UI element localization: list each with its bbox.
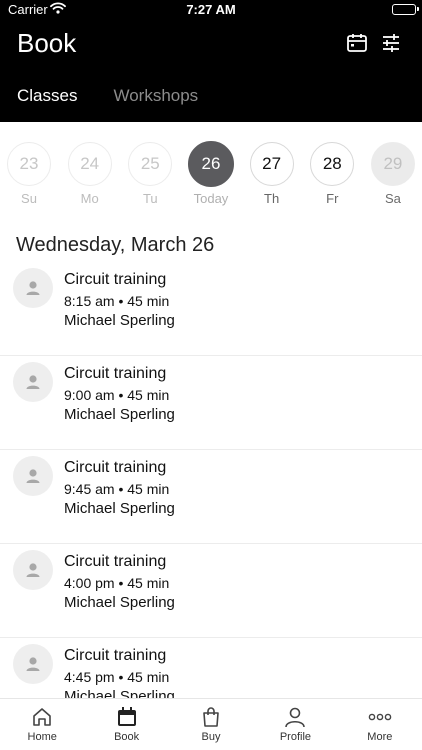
- page-title: Book: [17, 28, 77, 58]
- class-item[interactable]: Circuit training 8:15 am • 45 min Michae…: [0, 262, 422, 356]
- tab-buy[interactable]: Buy: [169, 699, 253, 750]
- day-number: 23: [7, 142, 51, 186]
- shopping-bag-icon: [203, 707, 219, 727]
- calendar-icon: [117, 707, 136, 726]
- person-placeholder-icon: [26, 469, 40, 483]
- tab-label: Home: [27, 731, 57, 743]
- clock: 7:27 AM: [186, 2, 236, 17]
- class-name: Circuit training: [64, 271, 167, 288]
- day-label: Su: [21, 191, 37, 206]
- day-label: Sa: [384, 191, 401, 206]
- date-heading: Wednesday, March 26: [16, 234, 215, 256]
- class-time: 4:00 pm • 45 min: [64, 575, 170, 591]
- tab-home[interactable]: Home: [0, 699, 84, 750]
- person-placeholder-icon: [26, 657, 40, 671]
- person-icon: [285, 707, 306, 728]
- day-saturday[interactable]: 29 Sa: [370, 142, 416, 206]
- avatar: [13, 456, 53, 496]
- person-placeholder-icon: [26, 281, 40, 295]
- class-teacher: Michael Sperling: [64, 594, 175, 611]
- class-item[interactable]: Circuit training 9:00 am • 45 min Michae…: [0, 356, 422, 450]
- tab-label: Profile: [279, 731, 312, 743]
- class-name: Circuit training: [64, 459, 167, 476]
- tab-label: Buy: [201, 731, 221, 743]
- class-item[interactable]: Circuit training 9:45 am • 45 min Michae…: [0, 450, 422, 544]
- day-friday[interactable]: 28 Fr: [309, 142, 355, 206]
- day-tuesday[interactable]: 25 Tu: [127, 142, 173, 206]
- day-number: 26: [187, 141, 234, 187]
- day-number: 27: [249, 142, 294, 186]
- app-header: Carrier 7:27 AM Book Classes Workshops: [0, 0, 422, 122]
- class-time: 9:00 am • 45 min: [64, 387, 170, 403]
- day-number: 24: [67, 142, 112, 186]
- class-name: Circuit training: [64, 553, 167, 570]
- class-teacher: Michael Sperling: [64, 406, 175, 423]
- tab-profile[interactable]: Profile: [253, 699, 337, 750]
- class-time: 8:15 am • 45 min: [64, 293, 170, 309]
- avatar: [13, 268, 53, 308]
- calendar-icon[interactable]: [346, 32, 368, 54]
- avatar: [13, 644, 53, 684]
- tab-more[interactable]: More: [338, 699, 422, 750]
- week-day-selector: 23 Su 24 Mo 25 Tu 26 Today 27 Th 28 Fr 29 Sa: [0, 122, 422, 206]
- filter-sliders-icon[interactable]: [380, 32, 402, 54]
- home-icon: [33, 708, 52, 726]
- day-number: 25: [128, 142, 173, 186]
- day-label: Tu: [142, 191, 158, 206]
- person-placeholder-icon: [26, 563, 40, 577]
- tab-workshops[interactable]: Workshops: [113, 86, 198, 106]
- day-label: Fr: [326, 191, 339, 206]
- status-bar: Carrier 7:27 AM: [0, 0, 422, 20]
- class-teacher: Michael Sperling: [64, 312, 175, 329]
- class-time: 4:45 pm • 45 min: [64, 669, 170, 685]
- class-list: Circuit training 8:15 am • 45 min Michae…: [0, 262, 422, 732]
- battery-icon: [392, 4, 419, 15]
- class-item[interactable]: Circuit training 4:00 pm • 45 min Michae…: [0, 544, 422, 638]
- tab-classes[interactable]: Classes: [17, 86, 77, 106]
- day-number: 28: [310, 142, 355, 186]
- segment-tabs: Classes Workshops: [17, 86, 198, 106]
- tab-label: More: [367, 731, 393, 743]
- person-placeholder-icon: [26, 375, 40, 389]
- class-time: 9:45 am • 45 min: [64, 481, 170, 497]
- day-today[interactable]: 26 Today: [187, 141, 234, 206]
- day-number: 29: [370, 142, 415, 186]
- day-thursday[interactable]: 27 Th: [249, 142, 295, 206]
- bottom-tab-bar: Home Book Buy Profile More: [0, 698, 422, 750]
- day-monday[interactable]: 24 Mo: [67, 142, 113, 206]
- avatar: [13, 362, 53, 402]
- day-sunday[interactable]: 23 Su: [6, 142, 52, 206]
- tab-label: Book: [114, 731, 140, 743]
- class-name: Circuit training: [64, 365, 167, 382]
- tab-book[interactable]: Book: [84, 699, 168, 750]
- day-label: Th: [264, 191, 280, 206]
- day-label: Today: [193, 191, 229, 206]
- avatar: [13, 550, 53, 590]
- more-dots-icon: [368, 713, 392, 721]
- class-teacher: Michael Sperling: [64, 500, 175, 517]
- day-label: Mo: [80, 191, 99, 206]
- class-name: Circuit training: [64, 647, 167, 664]
